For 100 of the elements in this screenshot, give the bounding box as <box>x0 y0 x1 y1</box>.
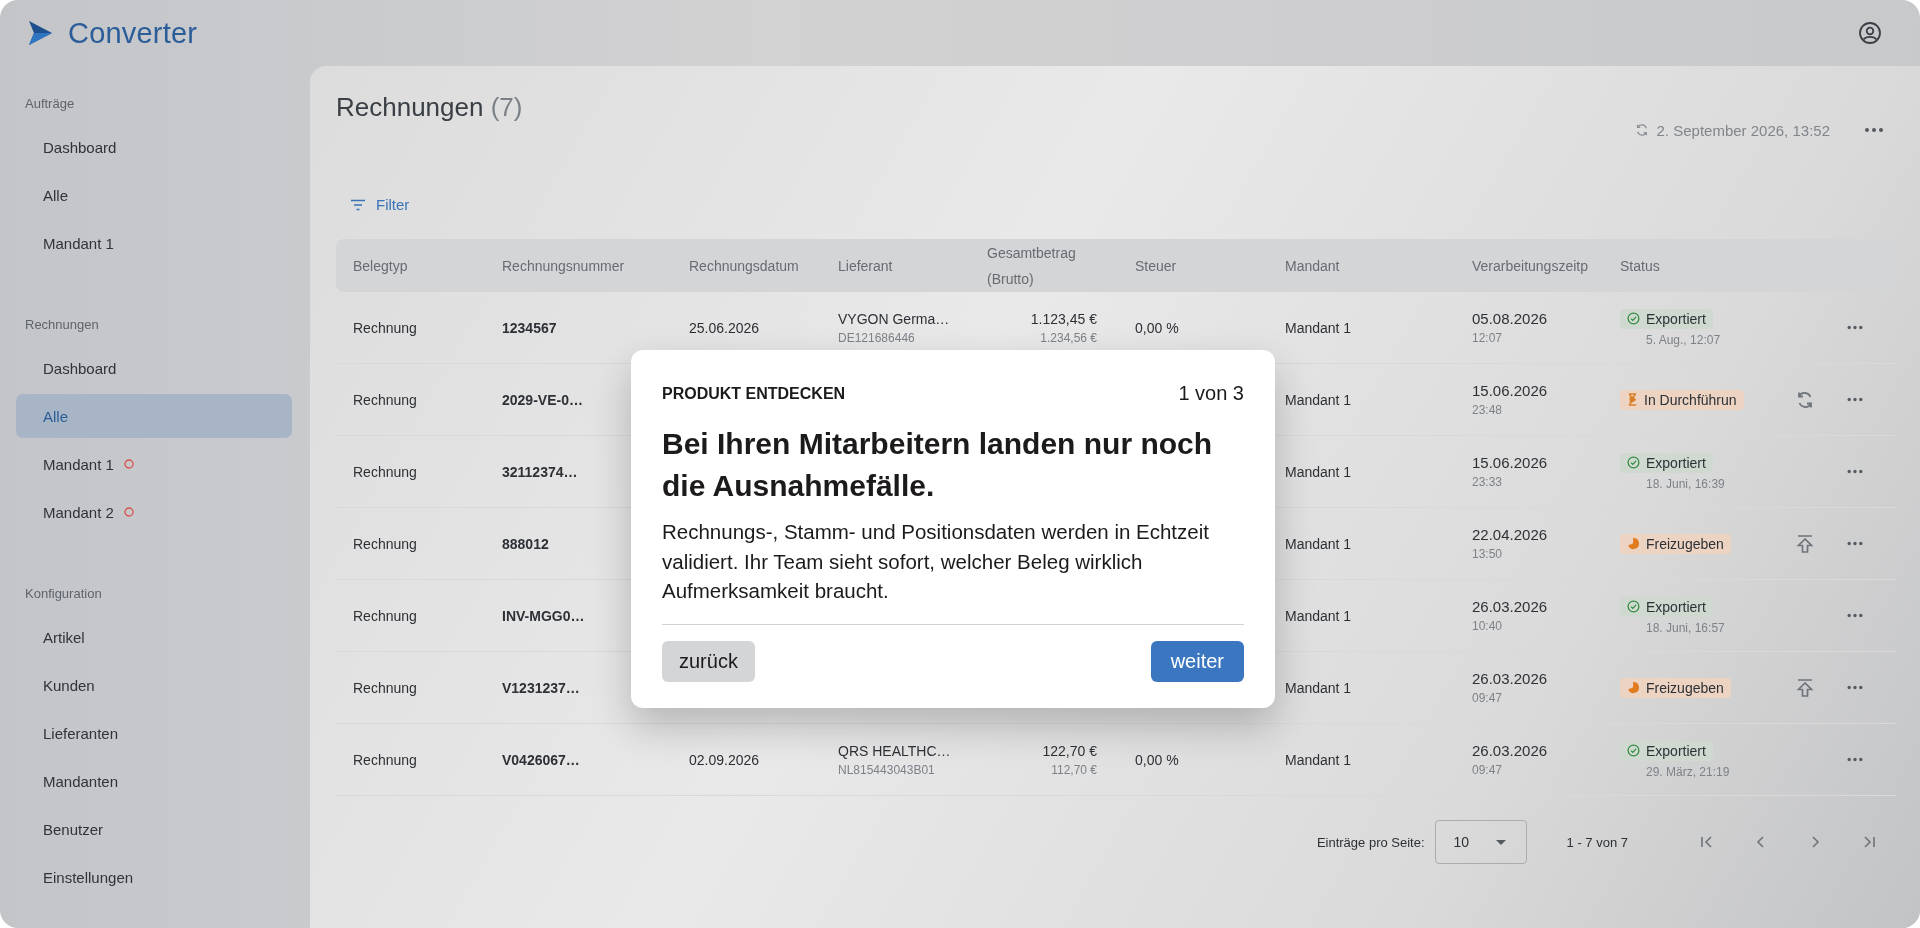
sidebar-item[interactable]: Dashboard <box>16 125 292 169</box>
table-cell-text: 32112374… <box>502 463 579 480</box>
table-cell-text: Rechnung <box>353 607 418 624</box>
table-cell-text: INV-MGG0… <box>502 607 586 624</box>
status-time: 5. Aug., 12:07 <box>1645 332 1721 347</box>
rows-per-page-select[interactable]: 10 <box>1434 820 1527 864</box>
supplier-vat-id: DE121686446 <box>838 330 915 345</box>
sync-icon <box>1634 123 1649 137</box>
column-header: Rechnungsnummer <box>502 257 626 274</box>
sidebar-item[interactable]: Alle <box>16 173 292 217</box>
status-badge: Freizugeben <box>1620 677 1731 698</box>
processed-date: 05.08.2026 <box>1472 310 1548 327</box>
more-icon[interactable] <box>1864 127 1884 133</box>
processed-time: 13:50 <box>1472 547 1503 561</box>
sidebar-item[interactable]: Mandant 2 <box>16 490 292 534</box>
sidebar-item[interactable]: Dashboard <box>16 346 292 390</box>
table-cell-text: 888012 <box>502 535 550 552</box>
app-title: Converter <box>68 16 198 50</box>
more-icon[interactable] <box>1846 757 1864 762</box>
sidebar-item[interactable]: Artikel <box>16 615 292 659</box>
net-amount: 112,70 € <box>1051 762 1097 777</box>
section-heading: Rechnungen <box>24 316 100 334</box>
upload-icon[interactable] <box>1796 677 1814 698</box>
page-range: 1 - 7 von 7 <box>1566 834 1628 850</box>
pie-icon <box>1627 681 1640 694</box>
column-header: Steuer <box>1135 257 1178 274</box>
gross-amount: 1.123,45 € <box>1030 310 1097 327</box>
check-circle-icon <box>1627 744 1640 757</box>
item-count: (7) <box>490 92 523 122</box>
section-heading: Aufträge <box>24 95 76 113</box>
processed-date: 22.04.2026 <box>1472 526 1548 543</box>
table-cell-text: Rechnung <box>353 679 418 696</box>
processed-time: 23:33 <box>1472 475 1503 489</box>
processed-time: 09:47 <box>1472 763 1503 777</box>
sidebar-item[interactable]: Mandanten <box>16 759 292 803</box>
hourglass-icon <box>1627 393 1638 406</box>
column-header: Gesamtbetrag (Brutto) <box>987 243 1077 289</box>
sidebar-item[interactable]: Mandant 1 <box>16 442 292 486</box>
caret-icon <box>1495 839 1506 845</box>
more-icon[interactable] <box>1846 469 1864 474</box>
table-cell-text: Mandant 1 <box>1285 751 1353 768</box>
first-page-icon[interactable] <box>1699 834 1715 850</box>
check-circle-icon <box>1627 456 1640 469</box>
sidebar-item[interactable]: Lieferanten <box>16 711 292 755</box>
next-button[interactable]: weiter <box>1150 641 1244 683</box>
status-time: 18. Juni, 16:39 <box>1645 476 1725 491</box>
status-time: 18. Juni, 16:57 <box>1645 620 1725 635</box>
table-cell-text: Mandant 1 <box>1285 463 1353 480</box>
step-counter: 1 von 3 <box>1178 382 1244 405</box>
check-circle-icon <box>1627 312 1640 325</box>
table-cell-text: Mandant 1 <box>1285 679 1353 696</box>
status-time: 29. März, 21:19 <box>1645 764 1730 779</box>
table-cell-text: Rechnung <box>353 751 418 768</box>
processed-time: 10:40 <box>1472 619 1503 633</box>
check-circle-icon <box>1627 600 1640 613</box>
sidebar-item[interactable]: Kunden <box>16 663 292 707</box>
table-cell-text: Mandant 1 <box>1285 607 1353 624</box>
section-heading: Konfiguration <box>24 585 103 603</box>
table-cell-text: V0426067… <box>502 751 581 768</box>
more-icon[interactable] <box>1846 613 1864 618</box>
processed-date: 26.03.2026 <box>1472 742 1548 759</box>
supplier-name: VYGON Germa… <box>838 310 950 327</box>
alert-dot-icon <box>123 459 134 469</box>
logo-icon <box>26 19 54 47</box>
alert-dot-icon <box>123 507 134 517</box>
pie-icon <box>1627 537 1640 550</box>
column-header: Lieferant <box>838 257 894 274</box>
sidebar-item[interactable]: Mandant 1 <box>16 221 292 265</box>
dialog-text: Rechnungs-, Stamm- und Positionsdaten werden in Echtzeit validiert. Ihr Team sieht sofort, welcher Beleg wirklich Aufmerksamkeit braucht. <box>662 517 1244 626</box>
sidebar-item[interactable]: Einstellungen <box>16 855 292 899</box>
user-account-icon[interactable] <box>1858 21 1882 45</box>
table-cell-text: V1231237… <box>502 679 581 696</box>
last-page-icon[interactable] <box>1861 834 1877 850</box>
table-cell: 0,00 % <box>1135 319 1179 336</box>
filter-icon <box>350 198 366 211</box>
refresh-icon[interactable] <box>1795 389 1815 410</box>
more-icon[interactable] <box>1846 397 1864 402</box>
more-icon[interactable] <box>1846 541 1864 546</box>
more-icon[interactable] <box>1846 325 1864 330</box>
filter-button[interactable]: Filter <box>336 190 424 219</box>
table-cell-text: Rechnung <box>353 391 418 408</box>
dialog-eyebrow: PRODUKT ENTDECKEN <box>662 384 846 403</box>
column-header: Verarbeitungszeitp <box>1472 257 1589 274</box>
table-cell: 02.09.2026 <box>689 751 760 768</box>
table-cell-text: Mandant 1 <box>1285 535 1353 552</box>
table-cell-text: Mandant 1 <box>1285 319 1353 336</box>
table-cell: 25.06.2026 <box>689 319 760 336</box>
sidebar-item[interactable]: Benutzer <box>16 807 292 851</box>
upload-icon[interactable] <box>1796 533 1814 554</box>
table-cell-text: 1234567 <box>502 319 558 336</box>
table-cell-text: Rechnung <box>353 535 418 552</box>
column-header: Rechnungsdatum <box>689 257 800 274</box>
last-sync-time: 2. September 2026, 13:52 <box>1656 121 1830 139</box>
more-icon[interactable] <box>1846 685 1864 690</box>
processed-date: 26.03.2026 <box>1472 670 1548 687</box>
rows-per-page-label: Einträge pro Seite: <box>1316 834 1425 850</box>
back-button[interactable]: zurück <box>662 641 755 683</box>
table-cell-text: Mandant 1 <box>1285 391 1353 408</box>
supplier-vat-id: NL815443043B01 <box>838 762 935 777</box>
net-amount: 1.234,56 € <box>1040 330 1097 345</box>
